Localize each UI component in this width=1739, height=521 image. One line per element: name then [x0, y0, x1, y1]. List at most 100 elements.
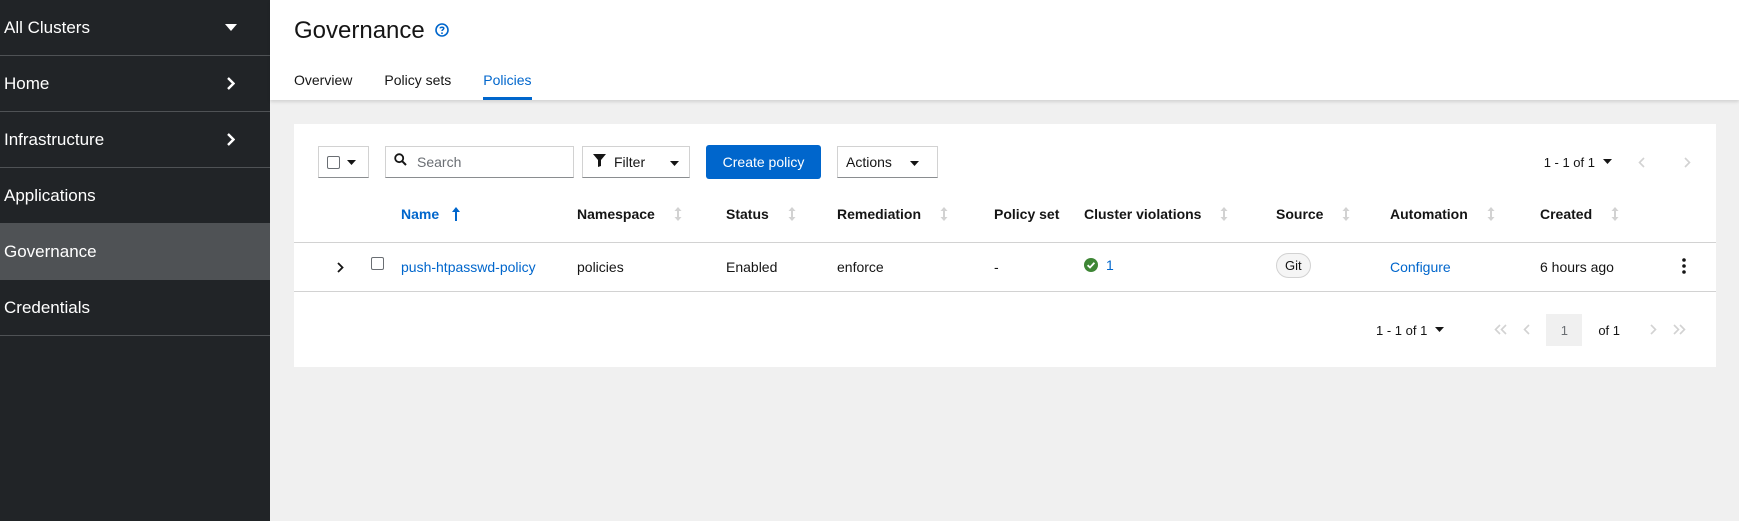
check-circle-icon	[1084, 258, 1098, 272]
caret-down-icon	[1603, 159, 1612, 164]
status-cell: Enabled	[726, 259, 778, 275]
page-range: 1 - 1 of 1	[1376, 322, 1428, 338]
previous-page-icon[interactable]	[1636, 156, 1646, 168]
filter-label: Filter	[614, 154, 646, 170]
next-page-icon[interactable]	[1682, 156, 1692, 168]
column-header-name[interactable]: Name	[401, 206, 461, 222]
sort-icon	[1342, 207, 1350, 221]
sidebar-item-infrastructure[interactable]: Infrastructure	[0, 112, 270, 168]
sidebar-item-label: Credentials	[4, 297, 90, 317]
previous-page-icon[interactable]	[1523, 323, 1530, 338]
sort-icon	[1220, 207, 1228, 221]
caret-down-icon	[1435, 327, 1445, 332]
table-header: Name Namespace Status Remediation Policy…	[294, 200, 1716, 230]
page-title: Governance	[294, 17, 425, 44]
toolbar: Search Filter Create policy Actions	[318, 145, 938, 179]
top-pagination: 1 - 1 of 1	[1544, 145, 1692, 179]
violations-count[interactable]: 1	[1106, 257, 1114, 273]
page-range: 1 - 1 of 1	[1543, 154, 1595, 170]
source-badge: Git	[1276, 253, 1311, 278]
sidebar-item-label: Applications	[4, 185, 96, 205]
column-label: Source	[1276, 206, 1324, 222]
sort-ascending-icon	[452, 207, 461, 221]
cluster-violations-cell[interactable]: 1	[1084, 257, 1114, 273]
column-header-created[interactable]: Created	[1540, 206, 1620, 222]
table-row: push-htpasswd-policy policies Enabled en…	[294, 242, 1716, 292]
title-row: Governance	[294, 17, 451, 45]
column-label: Policy set	[994, 206, 1060, 222]
policies-card: Search Filter Create policy Actions 1 - …	[294, 124, 1716, 367]
column-label: Created	[1540, 206, 1593, 222]
configure-automation-link[interactable]: Configure	[1390, 259, 1451, 275]
caret-down-icon	[347, 153, 356, 171]
sidebar-item-governance[interactable]: Governance	[0, 224, 270, 280]
tabs: Overview Policy sets Policies	[294, 62, 564, 100]
column-header-policy-set: Policy set	[994, 206, 1059, 222]
sidebar-item-label: Home	[4, 73, 50, 93]
tab-policies[interactable]: Policies	[483, 62, 532, 100]
search-placeholder: Search	[417, 154, 462, 170]
current-page-input[interactable]: 1	[1546, 314, 1583, 346]
search-input[interactable]: Search	[385, 146, 574, 178]
caret-down-icon	[670, 154, 679, 170]
policy-name-link[interactable]: push-htpasswd-policy	[401, 259, 536, 275]
sidebar-item-label: Infrastructure	[4, 129, 105, 149]
actions-dropdown[interactable]: Actions	[837, 146, 938, 178]
row-checkbox[interactable]	[371, 257, 384, 270]
sidebar: All Clusters Home Infrastructure Applica…	[0, 0, 270, 521]
page-navigation: 1 of 1	[1494, 314, 1686, 346]
column-header-namespace[interactable]: Namespace	[577, 206, 683, 222]
next-page-icon[interactable]	[1650, 323, 1657, 338]
first-page-icon[interactable]	[1494, 323, 1507, 338]
cluster-switcher[interactable]: All Clusters	[0, 0, 270, 56]
sort-icon	[1487, 207, 1495, 221]
column-header-status[interactable]: Status	[726, 206, 797, 222]
filter-icon	[593, 154, 606, 170]
sidebar-item-credentials[interactable]: Credentials	[0, 280, 270, 336]
policy-set-cell: -	[994, 259, 999, 275]
bottom-pagination: 1 - 1 of 1 1 of 1	[1376, 314, 1686, 346]
caret-down-icon	[910, 154, 919, 170]
column-label: Cluster violations	[1084, 206, 1202, 222]
help-icon[interactable]	[434, 23, 451, 39]
filter-dropdown[interactable]: Filter	[582, 146, 690, 178]
cluster-switcher-label: All Clusters	[4, 17, 90, 37]
sidebar-item-label: Governance	[4, 241, 97, 261]
column-label: Namespace	[577, 206, 655, 222]
expand-row-icon[interactable]	[337, 260, 344, 276]
sort-icon	[1611, 207, 1619, 221]
remediation-cell: enforce	[837, 259, 884, 275]
pager-arrows	[1636, 156, 1692, 168]
column-header-remediation[interactable]: Remediation	[837, 206, 949, 222]
page-total: of 1	[1598, 322, 1620, 338]
sidebar-item-home[interactable]: Home	[0, 56, 270, 112]
created-cell: 6 hours ago	[1540, 259, 1614, 275]
sort-icon	[940, 207, 948, 221]
sidebar-item-applications[interactable]: Applications	[0, 168, 270, 224]
chevron-right-icon	[222, 75, 240, 93]
column-header-cluster-violations[interactable]: Cluster violations	[1084, 206, 1229, 222]
caret-down-icon	[222, 19, 240, 37]
column-header-automation[interactable]: Automation	[1390, 206, 1496, 222]
column-header-source[interactable]: Source	[1276, 206, 1351, 222]
bulk-select[interactable]	[318, 146, 369, 178]
per-page-toggle-bottom[interactable]: 1 - 1 of 1	[1376, 322, 1445, 338]
select-all-checkbox[interactable]	[327, 155, 340, 169]
sort-icon	[788, 207, 796, 221]
page-header: Governance Overview Policy sets Policies	[270, 0, 1739, 100]
tab-policy-sets[interactable]: Policy sets	[384, 62, 451, 100]
column-label: Remediation	[837, 206, 922, 222]
per-page-toggle[interactable]: 1 - 1 of 1	[1544, 155, 1612, 170]
kebab-menu-icon[interactable]	[1682, 258, 1686, 277]
sort-icon	[674, 207, 682, 221]
last-page-icon[interactable]	[1673, 323, 1686, 338]
column-label: Name	[401, 206, 440, 222]
chevron-right-icon	[222, 131, 240, 149]
actions-label: Actions	[846, 154, 892, 170]
tab-overview[interactable]: Overview	[294, 62, 352, 100]
namespace-cell: policies	[577, 259, 624, 275]
create-policy-button[interactable]: Create policy	[706, 145, 821, 179]
column-label: Automation	[1390, 206, 1468, 222]
column-label: Status	[726, 206, 769, 222]
search-icon	[394, 153, 407, 171]
